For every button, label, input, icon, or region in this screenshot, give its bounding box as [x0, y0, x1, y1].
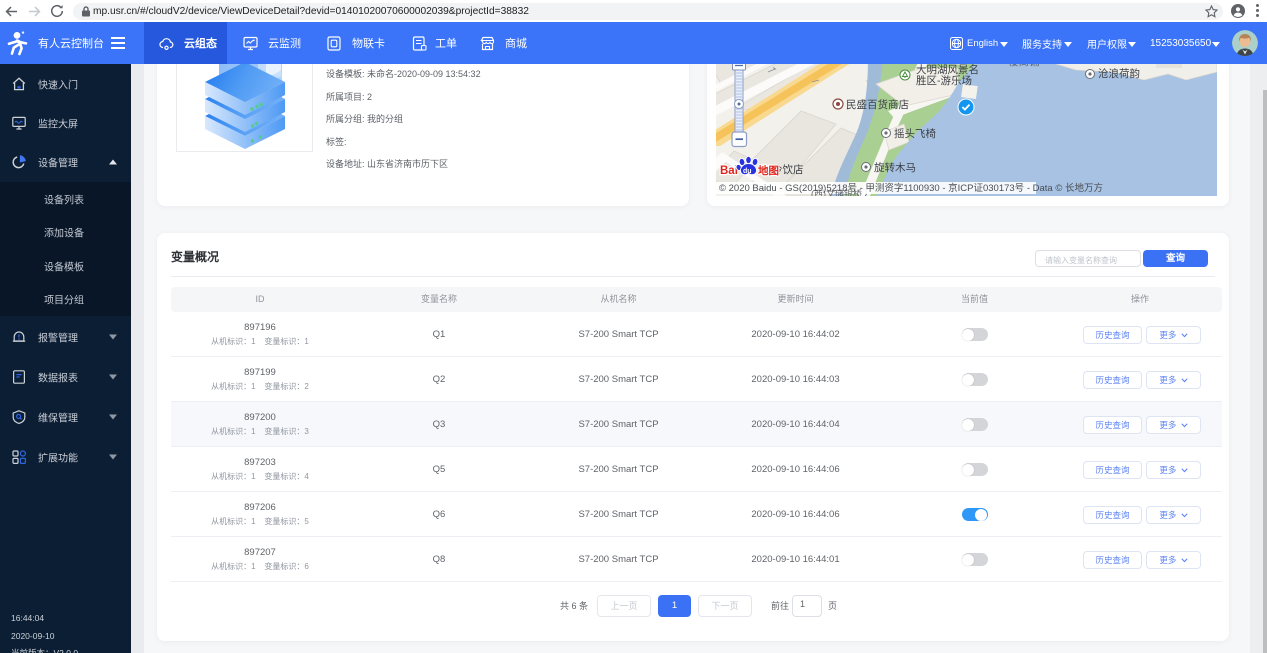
svg-text:沧浪荷韵: 沧浪荷韵: [1098, 67, 1140, 80]
svg-text:© 2020 Baidu - GS(2019)5218号 -: © 2020 Baidu - GS(2019)5218号 - 甲测资字11009…: [719, 182, 1103, 194]
svg-text:du: du: [743, 168, 752, 175]
svg-text:地图: 地图: [758, 164, 779, 177]
svg-text:摇头飞椅: 摇头飞椅: [894, 127, 936, 140]
svg-text:民盛百货商店: 民盛百货商店: [846, 98, 909, 111]
svg-text:(西)文储银桥: (西)文储银桥: [811, 188, 862, 196]
svg-text:胜区-游乐场: 胜区-游乐场: [916, 74, 972, 87]
svg-text:旋转木马: 旋转木马: [874, 161, 916, 174]
svg-text:Bai: Bai: [720, 165, 738, 177]
